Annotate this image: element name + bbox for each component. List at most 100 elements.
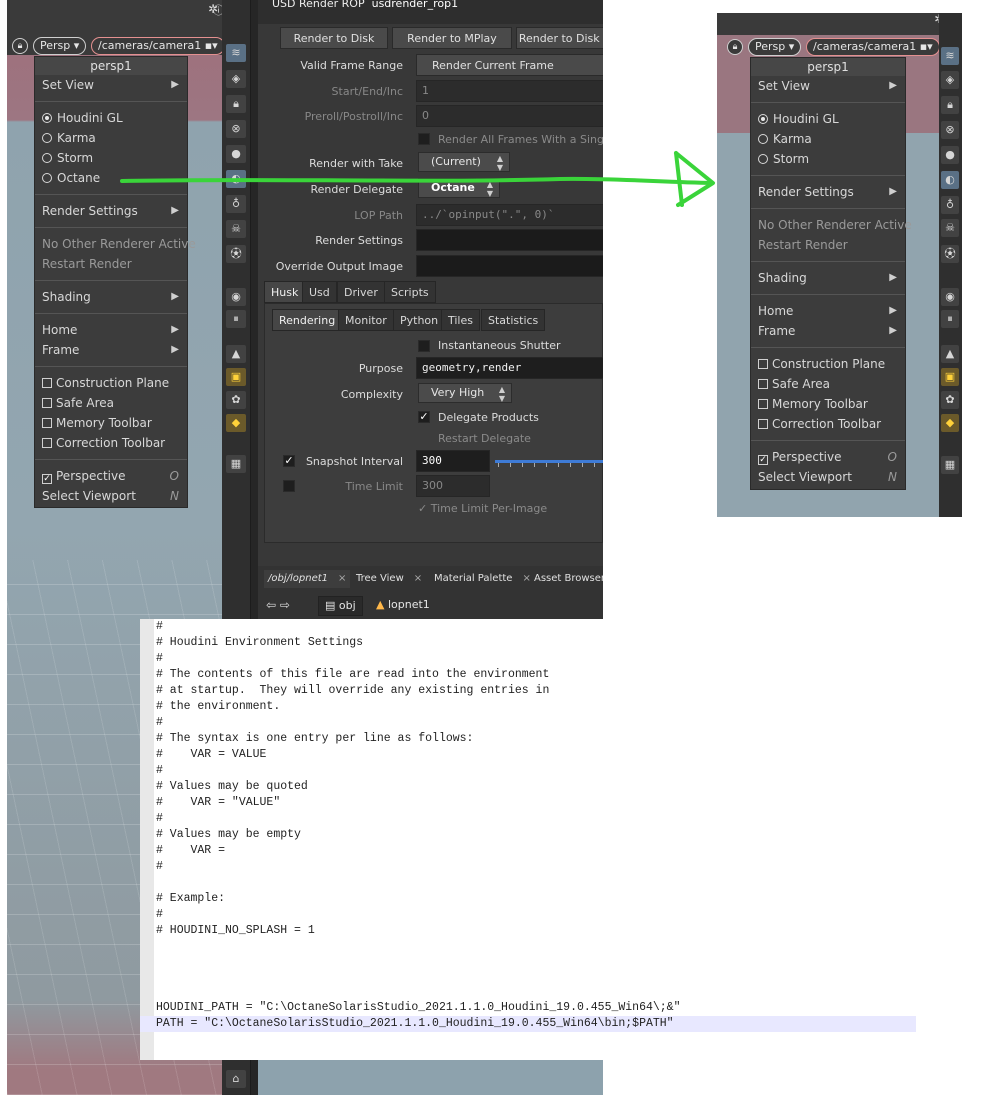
menu-frame[interactable]: Frame ▶ <box>751 321 905 341</box>
help-icon[interactable]: ⓘ <box>213 2 222 18</box>
ghost-icon[interactable]: ◈ <box>941 71 959 89</box>
instantaneous-shutter-checkbox[interactable] <box>418 340 430 352</box>
path-obj[interactable]: ▤ obj <box>318 596 363 616</box>
toggle-construction-plane[interactable]: Construction Plane <box>35 373 187 393</box>
palette-icon[interactable]: ▲ <box>226 345 246 363</box>
bulb-icon[interactable]: ♁ <box>226 195 246 213</box>
lop-path-field[interactable]: ../`opinput(".", 0)` <box>416 204 603 226</box>
persp-dropdown[interactable]: Persp ▾ <box>748 38 802 56</box>
soccer-ball-icon[interactable]: ⚽︎ <box>226 245 246 263</box>
text-editor[interactable]: # # Houdini Environment Settings # # The… <box>140 619 603 1060</box>
sphere-icon[interactable]: ● <box>941 146 959 164</box>
soccer-ball-icon[interactable]: ⚽︎ <box>941 245 959 263</box>
renderer-houdini-gl[interactable]: Houdini GL <box>751 109 905 129</box>
renderer-karma[interactable]: Karma <box>35 128 187 148</box>
tab-rendering[interactable]: Rendering <box>272 309 343 331</box>
menu-set-view[interactable]: Set View ▶ <box>35 75 187 95</box>
snap-icon[interactable]: ◆ <box>941 414 959 432</box>
menu-shading[interactable]: Shading ▶ <box>751 268 905 288</box>
light-icon[interactable]: ⊗ <box>941 121 959 139</box>
light-icon[interactable]: ⊗ <box>226 120 246 138</box>
valid-frame-range-menu[interactable]: Render Current Frame <box>416 54 603 76</box>
toggle-perspective[interactable]: ✓ Perspective O <box>35 466 187 486</box>
toggle-correction-toolbar[interactable]: Correction Toolbar <box>751 414 905 434</box>
toggle-memory-toolbar[interactable]: Memory Toolbar <box>751 394 905 414</box>
renderer-octane[interactable]: Octane <box>35 168 187 188</box>
viewport-layout-icon[interactable]: ▦ <box>941 456 959 474</box>
editor-env-lines[interactable]: HOUDINI_PATH = "C:\OctaneSolarisStudio_2… <box>140 1000 920 1040</box>
tab-material-palette[interactable]: Material Palette × <box>430 570 535 588</box>
time-limit-checkbox[interactable] <box>283 480 295 492</box>
time-limit-field[interactable]: 300 <box>416 475 490 497</box>
close-icon[interactable]: × <box>414 573 422 584</box>
pause-icon[interactable]: ⏸︎ <box>941 310 959 328</box>
tab-monitor[interactable]: Monitor <box>338 309 394 331</box>
snap-icon[interactable]: ◆ <box>226 414 246 432</box>
back-forward-icon[interactable]: ⇦ ⇨ <box>266 598 290 612</box>
skull-icon[interactable]: ☠ <box>941 219 959 237</box>
tab-scripts[interactable]: Scripts <box>384 281 436 303</box>
path-lopnet[interactable]: ▲ lopnet1 <box>376 598 430 611</box>
select-icon[interactable]: ▣ <box>226 368 246 386</box>
tab-asset-browser[interactable]: Asset Browser <box>530 570 603 588</box>
renderer-storm[interactable]: Storm <box>35 148 187 168</box>
menu-render-settings[interactable]: Render Settings ▶ <box>751 182 905 202</box>
menu-shading[interactable]: Shading ▶ <box>35 287 187 307</box>
lock-icon[interactable]: 🔒︎ <box>12 38 28 54</box>
tab-python[interactable]: Python <box>393 309 446 331</box>
preroll-field[interactable]: 0 <box>416 105 603 127</box>
lock-icon[interactable]: 🔒︎ <box>727 39 743 55</box>
snapshot-interval-checkbox[interactable]: ✓ <box>283 455 295 467</box>
skull-icon[interactable]: ☠ <box>226 220 246 238</box>
render-to-mplay-button[interactable]: Render to MPlay <box>392 27 512 49</box>
toggle-safe-area[interactable]: Safe Area <box>751 374 905 394</box>
tab-husk[interactable]: Husk <box>264 281 306 303</box>
select-icon[interactable]: ▣ <box>941 368 959 386</box>
tab-tiles[interactable]: Tiles <box>441 309 480 331</box>
start-end-inc-field[interactable]: 1 <box>416 80 603 102</box>
headlight-icon[interactable]: ◐ <box>941 171 959 189</box>
trash-icon[interactable]: ⌂ <box>226 1070 246 1088</box>
render-to-disk-in-button[interactable]: Render to Disk in <box>516 27 603 49</box>
close-icon[interactable]: × <box>338 573 346 584</box>
menu-select-viewport[interactable]: Select Viewport N <box>35 486 187 506</box>
display-options-icon[interactable]: ≋ <box>226 44 246 62</box>
menu-home[interactable]: Home ▶ <box>751 301 905 321</box>
menu-set-view[interactable]: Set View ▶ <box>751 76 905 96</box>
complexity-menu[interactable]: Very High ▲ ▼ <box>418 383 512 403</box>
render-delegate-menu[interactable]: Octane ▲ ▼ <box>418 178 500 198</box>
render-all-frames-checkbox[interactable] <box>418 133 430 145</box>
visualizer-icon[interactable]: ✿ <box>941 391 959 409</box>
render-to-disk-button[interactable]: Render to Disk <box>280 27 388 49</box>
display-options-icon[interactable]: ≋ <box>941 47 959 65</box>
render-settings-field[interactable] <box>416 229 603 251</box>
pause-icon[interactable]: ⏸︎ <box>226 310 246 328</box>
renderer-storm[interactable]: Storm <box>751 149 905 169</box>
menu-frame[interactable]: Frame ▶ <box>35 340 187 360</box>
tab-statistics[interactable]: Statistics <box>481 309 546 331</box>
palette-icon[interactable]: ▲ <box>941 345 959 363</box>
renderer-karma[interactable]: Karma <box>751 129 905 149</box>
tab-usd[interactable]: Usd <box>302 281 337 303</box>
eye-icon[interactable]: ◉ <box>941 288 959 306</box>
toggle-safe-area[interactable]: Safe Area <box>35 393 187 413</box>
delegate-products-checkbox[interactable]: ✓ <box>418 411 430 423</box>
toggle-correction-toolbar[interactable]: Correction Toolbar <box>35 433 187 453</box>
camera-dropdown[interactable]: /cameras/camera1 ▪▾ <box>91 37 222 55</box>
lock-camera-icon[interactable]: 🔒︎ <box>226 95 246 113</box>
viewport-layout-icon[interactable]: ▦ <box>226 455 246 473</box>
headlight-icon[interactable]: ◐ <box>226 170 246 188</box>
toggle-perspective[interactable]: ✓ Perspective O <box>751 447 905 467</box>
menu-select-viewport[interactable]: Select Viewport N <box>751 467 905 487</box>
time-limit-per-image[interactable]: ✓ Time Limit Per-Image <box>418 502 547 515</box>
render-with-take-menu[interactable]: (Current) ▲ ▼ <box>418 152 510 172</box>
tab-obj-lopnet1[interactable]: /obj/lopnet1 × <box>264 570 351 588</box>
camera-dropdown[interactable]: /cameras/camera1 ▪▾ <box>806 38 940 56</box>
persp-dropdown[interactable]: Persp ▾ <box>33 37 87 55</box>
ghost-icon[interactable]: ◈ <box>226 70 246 88</box>
visualizer-icon[interactable]: ✿ <box>226 391 246 409</box>
eye-icon[interactable]: ◉ <box>226 288 246 306</box>
lock-camera-icon[interactable]: 🔒︎ <box>941 96 959 114</box>
tab-driver[interactable]: Driver <box>337 281 385 303</box>
toggle-memory-toolbar[interactable]: Memory Toolbar <box>35 413 187 433</box>
